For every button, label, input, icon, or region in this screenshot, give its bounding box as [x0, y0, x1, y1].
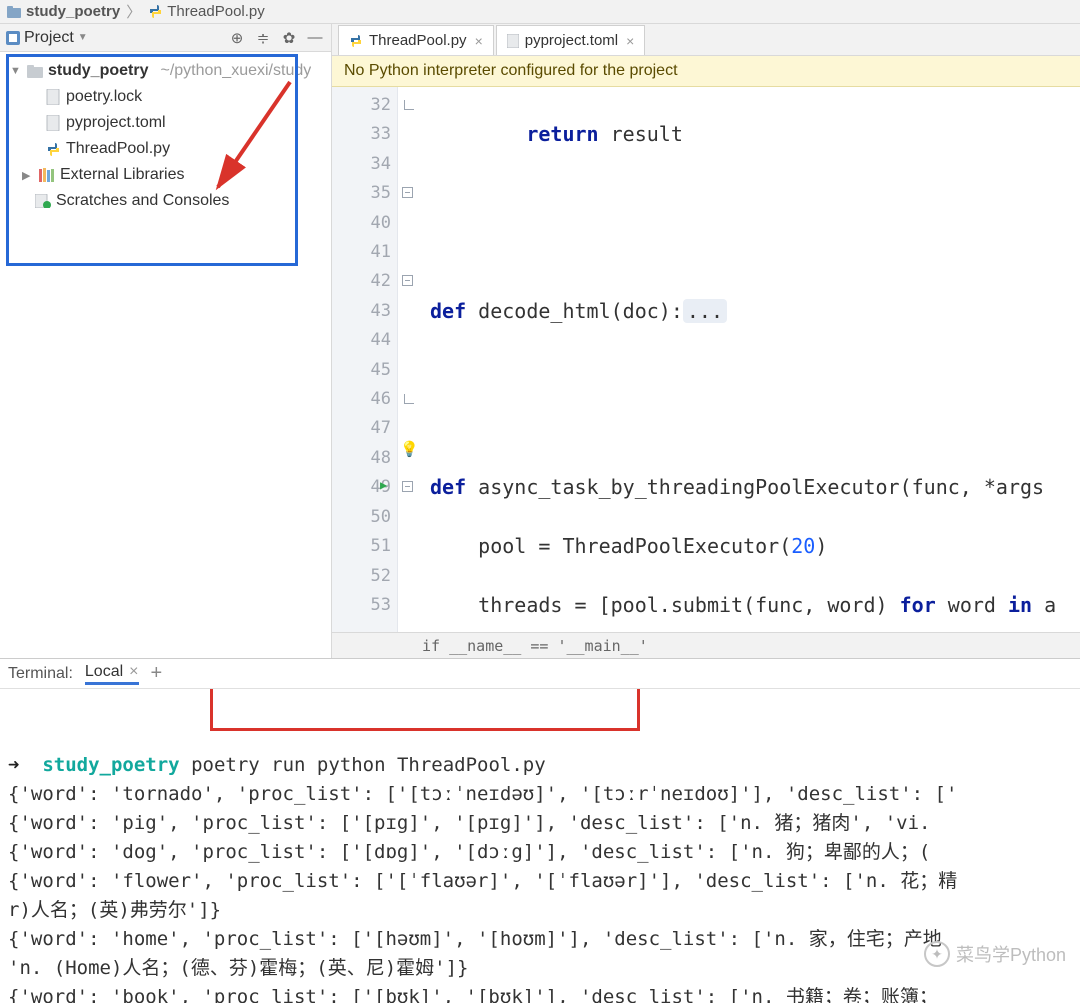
chevron-right-icon: 〉 [126, 1, 141, 22]
file-icon [44, 114, 62, 132]
close-icon[interactable]: × [475, 33, 483, 49]
lightbulb-icon[interactable]: 💡 [400, 440, 419, 458]
project-toolbar: Project ▼ ⊕ ≑ ✿ — [0, 24, 331, 52]
terminal-title: Terminal: [8, 665, 73, 683]
python-icon [349, 34, 363, 48]
editor-tabs: ThreadPool.py × pyproject.toml × [332, 24, 1080, 56]
terminal-output[interactable]: ➜ study_poetry poetry run python ThreadP… [0, 689, 1080, 1003]
collapse-icon[interactable]: ≑ [253, 28, 273, 48]
editor-area: ThreadPool.py × pyproject.toml × No Pyth… [332, 24, 1080, 658]
library-icon [38, 166, 56, 184]
tab-pyproject[interactable]: pyproject.toml × [496, 25, 646, 55]
tree-file-pyproject[interactable]: pyproject.toml [0, 110, 331, 136]
code-editor[interactable]: 32 33 34 35 40 41 42 43 44 45 46 47 48 4… [332, 87, 1080, 632]
tree-scratches[interactable]: Scratches and Consoles [0, 188, 331, 214]
close-icon[interactable]: × [129, 663, 138, 681]
file-icon [507, 34, 519, 48]
disclose-icon[interactable]: ▶ [22, 169, 34, 182]
code-content[interactable]: return result def decode_html(doc):... d… [422, 87, 1080, 632]
chevron-down-icon: ▼ [78, 32, 88, 43]
project-tool-window: Project ▼ ⊕ ≑ ✿ — ▼ study_poetry ~/pytho… [0, 24, 332, 658]
terminal-tab-local[interactable]: Local × [85, 663, 139, 685]
locate-icon[interactable]: ⊕ [227, 28, 247, 48]
tree-file-threadpool[interactable]: ThreadPool.py [0, 136, 331, 162]
python-icon [147, 4, 163, 20]
gear-icon[interactable]: ✿ [279, 28, 299, 48]
project-tree[interactable]: ▼ study_poetry ~/python_xuexi/study poet… [0, 52, 331, 220]
fold-column[interactable]: 💡 ▶ [398, 87, 422, 632]
folder-icon [26, 62, 44, 80]
folder-icon [6, 4, 22, 20]
run-gutter-icon[interactable]: ▶ [380, 478, 387, 492]
tree-file-poetry-lock[interactable]: poetry.lock [0, 84, 331, 110]
python-icon [44, 140, 62, 158]
editor-breadcrumb[interactable]: if __name__ == '__main__' [332, 632, 1080, 658]
tree-project-root[interactable]: ▼ study_poetry ~/python_xuexi/study [0, 58, 331, 84]
file-icon [44, 88, 62, 106]
interpreter-banner[interactable]: No Python interpreter configured for the… [332, 56, 1080, 87]
annotation-box [210, 689, 640, 731]
breadcrumb-root[interactable]: study_poetry [26, 3, 120, 20]
tab-threadpool[interactable]: ThreadPool.py × [338, 25, 494, 55]
hide-icon[interactable]: — [305, 28, 325, 48]
close-icon[interactable]: × [626, 33, 634, 49]
project-view-switcher[interactable]: Project ▼ [6, 29, 88, 47]
disclose-icon[interactable]: ▼ [10, 65, 22, 77]
project-icon [6, 31, 20, 45]
breadcrumb-file[interactable]: ThreadPool.py [167, 3, 265, 20]
terminal-tabs: Terminal: Local × + [0, 659, 1080, 689]
breadcrumb: study_poetry 〉 ThreadPool.py [0, 0, 1080, 24]
terminal-tool-window: Terminal: Local × + ➜ study_poetry poetr… [0, 658, 1080, 1003]
gutter[interactable]: 32 33 34 35 40 41 42 43 44 45 46 47 48 4… [332, 87, 398, 632]
tree-external-libraries[interactable]: ▶ External Libraries [0, 162, 331, 188]
scratches-icon [34, 192, 52, 210]
add-terminal-icon[interactable]: + [151, 662, 163, 685]
